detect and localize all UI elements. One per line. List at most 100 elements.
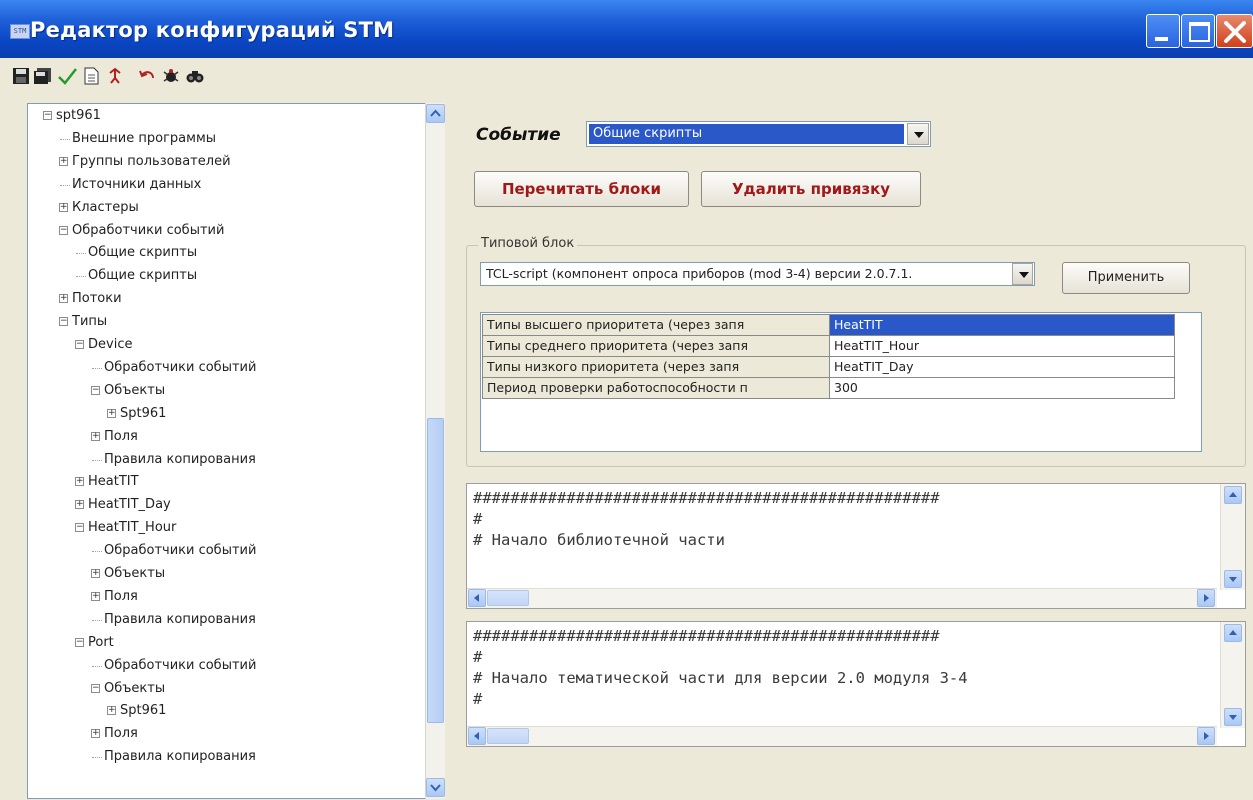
collapse-icon[interactable]: −: [75, 340, 84, 349]
collapse-icon[interactable]: −: [59, 317, 68, 327]
config-tree[interactable]: − spt961 Внешние программы + Группы пользова…: [27, 103, 445, 799]
tree-item[interactable]: Spt961: [120, 405, 166, 422]
script-code[interactable]: ########################################…: [473, 488, 940, 551]
tree-item[interactable]: Общие скрипты: [88, 267, 197, 284]
title-bar[interactable]: STM Редактор конфигураций STM: [0, 0, 1253, 58]
save-icon[interactable]: [10, 65, 32, 87]
scroll-down-button[interactable]: [1224, 570, 1242, 588]
library-script-editor[interactable]: ########################################…: [466, 483, 1246, 609]
tree-item[interactable]: Обработчики событий: [104, 657, 256, 674]
property-row[interactable]: Типы высшего приоритета (через запя HeatT…: [482, 314, 1175, 336]
scroll-left-button[interactable]: [468, 589, 486, 607]
event-select[interactable]: Общие скрипты: [586, 121, 931, 147]
collapse-icon[interactable]: −: [91, 683, 100, 693]
tree-item[interactable]: HeatTIT_Day: [88, 496, 171, 513]
tree-item[interactable]: Источники данных: [72, 176, 201, 193]
tree-item[interactable]: Обработчики событий: [72, 222, 224, 239]
property-value[interactable]: HeatTIT: [829, 314, 1175, 336]
expand-icon[interactable]: +: [91, 729, 100, 739]
tree-item[interactable]: HeatTIT_Hour: [88, 519, 176, 536]
run-icon[interactable]: [104, 65, 126, 87]
expand-icon[interactable]: +: [91, 591, 100, 601]
property-value[interactable]: 300: [829, 377, 1175, 399]
expand-icon[interactable]: +: [75, 500, 84, 510]
property-row[interactable]: Период проверки работоспособности п 300: [482, 377, 1175, 399]
expand-icon[interactable]: +: [75, 477, 84, 487]
property-value[interactable]: HeatTIT_Hour: [829, 335, 1175, 357]
apply-button[interactable]: Применить: [1062, 262, 1190, 294]
tree-item[interactable]: Поля: [104, 725, 138, 742]
undo-icon[interactable]: [136, 65, 158, 87]
close-button[interactable]: [1216, 14, 1253, 48]
expand-icon[interactable]: +: [59, 156, 68, 166]
editor-hscrollbar[interactable]: [467, 588, 1217, 608]
chevron-down-icon[interactable]: [907, 123, 929, 145]
tree-item[interactable]: spt961: [56, 107, 101, 124]
tree-item[interactable]: Поля: [104, 428, 138, 445]
tree-item[interactable]: Потоки: [72, 290, 122, 307]
tree-scrollbar[interactable]: [425, 103, 445, 799]
tree-item[interactable]: Port: [88, 634, 114, 651]
expand-icon[interactable]: +: [107, 706, 116, 716]
scroll-right-button[interactable]: [1197, 589, 1215, 607]
tree-item[interactable]: Объекты: [104, 382, 165, 399]
code-line[interactable]: #: [473, 647, 968, 668]
tree-item[interactable]: Spt961: [120, 702, 166, 719]
bug-icon[interactable]: [160, 65, 182, 87]
tree-item[interactable]: Объекты: [104, 565, 165, 582]
tree-item[interactable]: HeatTIT: [88, 473, 139, 490]
tree-item[interactable]: Правила копирования: [104, 748, 256, 765]
property-row[interactable]: Типы низкого приоритета (через запя HeatT…: [482, 356, 1175, 378]
save-all-icon[interactable]: [32, 65, 54, 87]
expand-icon[interactable]: +: [91, 431, 100, 441]
collapse-icon[interactable]: −: [43, 111, 52, 120]
editor-vscrollbar[interactable]: [1220, 622, 1245, 728]
scroll-down-button[interactable]: [1224, 708, 1242, 726]
remove-binding-button[interactable]: Удалить привязку: [701, 171, 921, 207]
tree-item[interactable]: Кластеры: [72, 199, 139, 216]
tree-item[interactable]: Поля: [104, 588, 138, 605]
tree-item[interactable]: Внешние программы: [72, 130, 216, 147]
property-value[interactable]: HeatTIT_Day: [829, 356, 1175, 378]
scroll-up-button[interactable]: [426, 104, 445, 123]
code-line[interactable]: #: [473, 689, 968, 710]
code-line[interactable]: # Начало тематической части для версии 2…: [473, 668, 968, 689]
panel-splitter[interactable]: [445, 94, 457, 799]
code-line[interactable]: #: [473, 509, 940, 530]
find-icon[interactable]: [184, 65, 206, 87]
document-icon[interactable]: [80, 65, 102, 87]
typical-block-select[interactable]: TCL-script (компонент опроса приборов (m…: [480, 262, 1035, 286]
tree-item[interactable]: Device: [88, 336, 132, 353]
code-line[interactable]: ########################################…: [473, 626, 968, 647]
scroll-thumb[interactable]: [487, 728, 529, 744]
tree-item[interactable]: Общие скрипты: [88, 244, 197, 261]
tree-item[interactable]: Группы пользователей: [72, 153, 231, 170]
script-code[interactable]: ########################################…: [473, 626, 968, 710]
scroll-left-button[interactable]: [468, 727, 486, 745]
properties-grid[interactable]: Типы высшего приоритета (через запя HeatT…: [480, 312, 1202, 452]
minimize-button[interactable]: [1146, 14, 1180, 48]
expand-icon[interactable]: +: [59, 294, 68, 304]
reread-blocks-button[interactable]: Перечитать блоки: [474, 171, 689, 207]
collapse-icon[interactable]: −: [75, 637, 84, 647]
thematic-script-editor[interactable]: ########################################…: [466, 621, 1246, 747]
scroll-up-button[interactable]: [1224, 624, 1242, 642]
code-line[interactable]: # Начало библиотечной части: [473, 530, 940, 551]
check-icon[interactable]: [56, 65, 78, 87]
expand-icon[interactable]: +: [59, 202, 68, 212]
tree-item[interactable]: Обработчики событий: [104, 542, 256, 559]
collapse-icon[interactable]: −: [75, 523, 84, 533]
scroll-thumb[interactable]: [487, 590, 529, 606]
code-line[interactable]: ########################################…: [473, 488, 940, 509]
expand-icon[interactable]: +: [91, 569, 100, 578]
editor-vscrollbar[interactable]: [1220, 484, 1245, 590]
maximize-button[interactable]: [1181, 14, 1215, 48]
tree-item[interactable]: Объекты: [104, 680, 165, 697]
scroll-right-button[interactable]: [1197, 727, 1215, 745]
tree-item[interactable]: Типы: [72, 313, 107, 330]
scroll-up-button[interactable]: [1224, 486, 1242, 504]
scroll-down-button[interactable]: [426, 778, 445, 797]
property-row[interactable]: Типы среднего приоритета (через запя Heat…: [482, 335, 1175, 357]
collapse-icon[interactable]: −: [91, 385, 100, 395]
tree-item[interactable]: Обработчики событий: [104, 359, 256, 376]
